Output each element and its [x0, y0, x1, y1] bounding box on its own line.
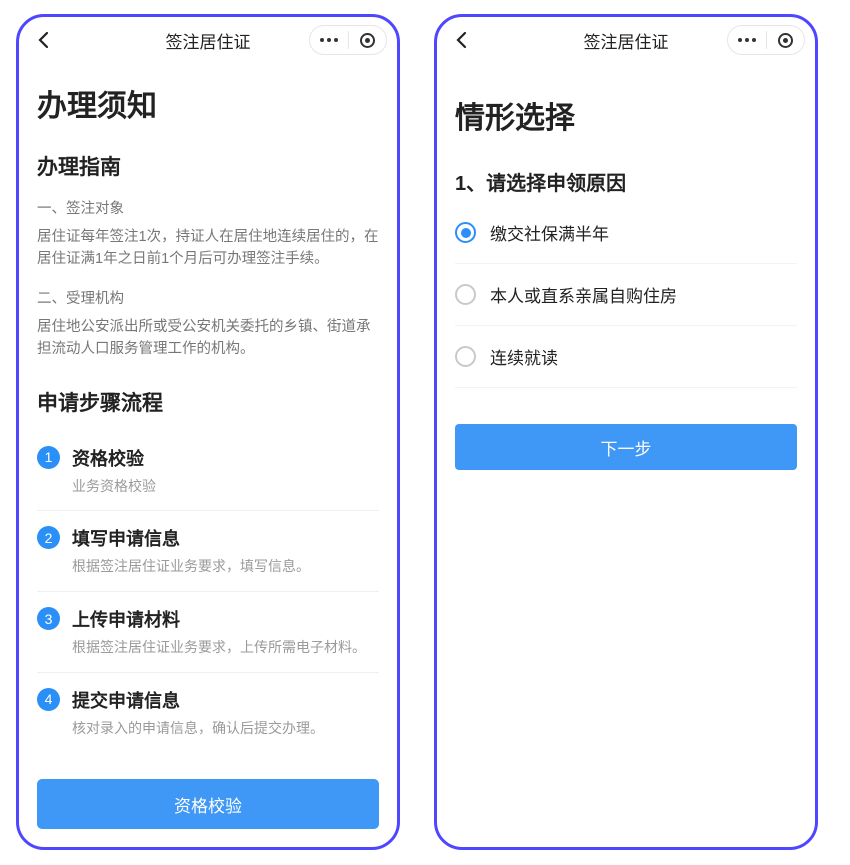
- option-label: 缴交社保满半年: [490, 220, 609, 245]
- radio-icon: [455, 222, 476, 243]
- close-target-icon: [360, 33, 375, 48]
- step-desc: 业务资格校验: [72, 477, 379, 497]
- option-continuous-study[interactable]: 连续就读: [455, 326, 797, 388]
- step-item: 3 上传申请材料 根据签注居住证业务要求，上传所需电子材料。: [37, 592, 379, 673]
- step-title: 填写申请信息: [72, 525, 379, 551]
- option-purchase-house[interactable]: 本人或直系亲属自购住房: [455, 264, 797, 326]
- chevron-left-icon: [37, 31, 49, 49]
- close-target-icon: [778, 33, 793, 48]
- question-label: 1、请选择申领原因: [455, 167, 797, 196]
- step-number-badge: 3: [37, 607, 60, 630]
- step-body: 上传申请材料 根据签注居住证业务要求，上传所需电子材料。: [72, 606, 379, 658]
- step-number-badge: 4: [37, 688, 60, 711]
- more-icon: [320, 38, 338, 42]
- capsule-menu-button[interactable]: [728, 38, 766, 42]
- miniprogram-capsule: [727, 25, 805, 55]
- top-bar: 签注居住证: [19, 17, 397, 63]
- steps-list: 1 资格校验 业务资格校验 2 填写申请信息 根据签注居住证业务要求，填写信息。…: [37, 431, 379, 752]
- capsule-close-button[interactable]: [767, 33, 805, 48]
- main-heading: 情形选择: [455, 93, 797, 137]
- step-body: 资格校验 业务资格校验: [72, 445, 379, 497]
- steps-heading: 申请步骤流程: [37, 387, 379, 417]
- guide-section1-label: 一、签注对象: [37, 197, 379, 218]
- chevron-left-icon: [455, 31, 467, 49]
- qualify-button[interactable]: 资格校验: [37, 779, 379, 829]
- top-bar: 签注居住证: [437, 17, 815, 63]
- step-desc: 根据签注居住证业务要求，上传所需电子材料。: [72, 638, 379, 658]
- option-label: 本人或直系亲属自购住房: [490, 282, 677, 307]
- step-desc: 根据签注居住证业务要求，填写信息。: [72, 557, 379, 577]
- guide-heading: 办理指南: [37, 151, 379, 181]
- guide-section2-label: 二、受理机构: [37, 287, 379, 308]
- step-desc: 核对录入的申请信息，确认后提交办理。: [72, 719, 379, 739]
- phone-right: 签注居住证 情形选择 1、请选择申领原因 缴交社保满半年 本人或直系亲属自购住房…: [434, 14, 818, 850]
- back-button[interactable]: [447, 26, 475, 54]
- more-icon: [738, 38, 756, 42]
- back-button[interactable]: [29, 26, 57, 54]
- guide-section1-text: 居住证每年签注1次，持证人在居住地连续居住的，在居住证满1年之日前1个月后可办理…: [37, 226, 379, 271]
- option-label: 连续就读: [490, 344, 558, 369]
- step-body: 提交申请信息 核对录入的申请信息，确认后提交办理。: [72, 687, 379, 739]
- option-social-insurance[interactable]: 缴交社保满半年: [455, 202, 797, 264]
- next-button[interactable]: 下一步: [455, 424, 797, 470]
- step-title: 资格校验: [72, 445, 379, 471]
- guide-section2-text: 居住地公安派出所或受公安机关委托的乡镇、街道承担流动人口服务管理工作的机构。: [37, 316, 379, 361]
- step-item: 4 提交申请信息 核对录入的申请信息，确认后提交办理。: [37, 673, 379, 753]
- step-title: 提交申请信息: [72, 687, 379, 713]
- step-body: 填写申请信息 根据签注居住证业务要求，填写信息。: [72, 525, 379, 577]
- step-item: 1 资格校验 业务资格校验: [37, 431, 379, 512]
- miniprogram-capsule: [309, 25, 387, 55]
- step-number-badge: 2: [37, 526, 60, 549]
- content-right: 情形选择 1、请选择申领原因 缴交社保满半年 本人或直系亲属自购住房 连续就读 …: [437, 63, 815, 847]
- capsule-menu-button[interactable]: [310, 38, 348, 42]
- capsule-close-button[interactable]: [349, 33, 387, 48]
- step-number-badge: 1: [37, 446, 60, 469]
- main-heading: 办理须知: [37, 81, 379, 125]
- content-left: 办理须知 办理指南 一、签注对象 居住证每年签注1次，持证人在居住地连续居住的，…: [19, 63, 397, 847]
- phone-left: 签注居住证 办理须知 办理指南 一、签注对象 居住证每年签注1次，持证人在居住地…: [16, 14, 400, 850]
- step-item: 2 填写申请信息 根据签注居住证业务要求，填写信息。: [37, 511, 379, 592]
- step-title: 上传申请材料: [72, 606, 379, 632]
- radio-icon: [455, 284, 476, 305]
- radio-icon: [455, 346, 476, 367]
